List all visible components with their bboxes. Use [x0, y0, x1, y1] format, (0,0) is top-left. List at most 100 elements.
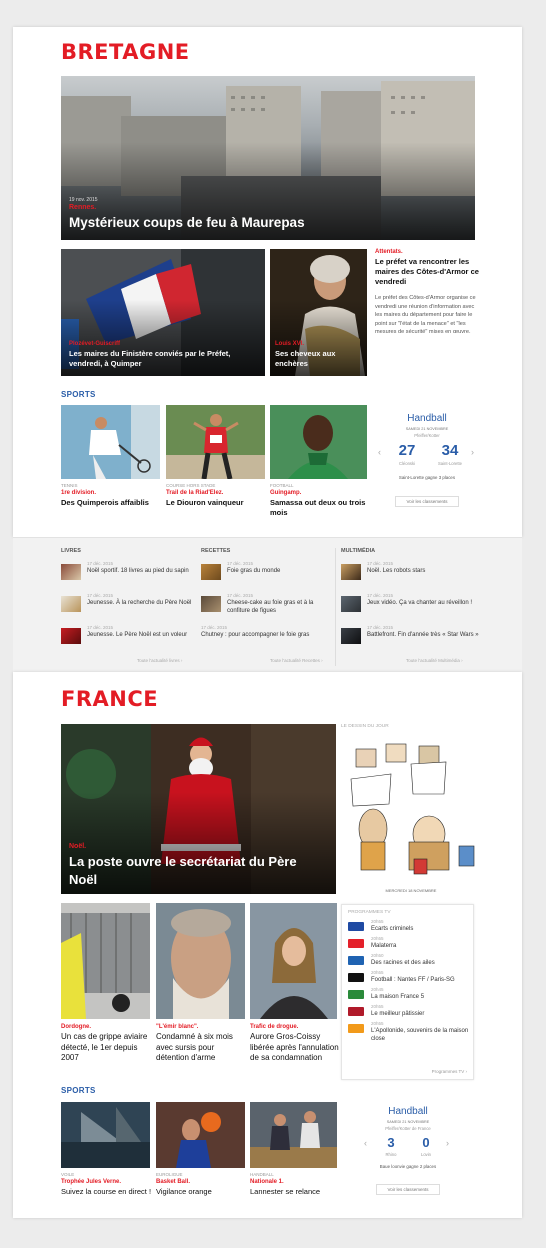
- article-photo[interactable]: [156, 903, 245, 1019]
- sport-article[interactable]: TENNIS 1re division. Des Quimperois affa…: [61, 483, 161, 508]
- article-kicker: Louis XVI.: [275, 341, 305, 347]
- programme-item[interactable]: 20h55 Ecarts criminels: [371, 919, 413, 933]
- standings-button[interactable]: Voir les classements: [395, 496, 459, 507]
- sport-kicker: Nationale 1.: [250, 1179, 284, 1185]
- chevron-left-icon[interactable]: ‹: [364, 1138, 367, 1148]
- side-body: Le préfet des Côtes-d'Armor organise ce …: [375, 295, 476, 336]
- article-photo[interactable]: [250, 903, 337, 1019]
- article-card[interactable]: Dordogne. Un cas de grippe aviaire détec…: [61, 1023, 151, 1064]
- recettes-thumb[interactable]: [201, 564, 221, 580]
- recettes-thumb[interactable]: [201, 596, 221, 612]
- multimedia-heading: MULTIMÉDIA: [341, 548, 376, 554]
- multimedia-item[interactable]: 17 déc. 2015 Jeux vidéo. Ça va chanter au…: [367, 593, 485, 607]
- sport-photo[interactable]: [250, 1102, 337, 1168]
- divider: [335, 548, 336, 666]
- article-kicker: "L'émir blanc".: [156, 1024, 199, 1030]
- programme-item[interactable]: 20h45 La maison France 5: [371, 987, 424, 1001]
- side-article[interactable]: Attentats. Le préfet va rencontrer les m…: [375, 248, 479, 337]
- standings-button[interactable]: Voir les classements: [376, 1184, 440, 1195]
- programme-item[interactable]: 20h55 Le meilleur pâtissier: [371, 1004, 424, 1018]
- multimedia-thumb[interactable]: [341, 564, 361, 580]
- recettes-item[interactable]: 17 déc. 2015 Cheese-cake au foie gras et …: [227, 593, 337, 615]
- article-card[interactable]: Plozévet-Guiscriff Les maires du Finistè…: [61, 249, 265, 376]
- livres-thumb[interactable]: [61, 596, 81, 612]
- multimedia-item[interactable]: 17 déc. 2015 Battlefront. Fin d'année trè…: [367, 625, 485, 639]
- article-title[interactable]: Condamné à six mois avec sursis pour dét…: [156, 1032, 248, 1064]
- livres-item[interactable]: 17 déc. 2015 Jeunesse. Le Père Noël est u…: [87, 625, 205, 639]
- sport-kicker: 1re division.: [61, 490, 97, 496]
- multimedia-item[interactable]: 17 déc. 2015 Noël. Les robots stars: [367, 561, 485, 575]
- chevron-right-icon[interactable]: ›: [471, 447, 474, 457]
- sport-article[interactable]: COURSE HORS STADE Trail de la Riad'Elez.…: [166, 483, 266, 508]
- sport-title[interactable]: Le Diouron vainqueur: [166, 498, 266, 508]
- multimedia-thumb[interactable]: [341, 628, 361, 644]
- livres-item[interactable]: 17 déc. 2015 Jeunesse. À la recherche du …: [87, 593, 195, 607]
- sport-article[interactable]: HANDBALL Nationale 1. Lannester se relan…: [250, 1172, 340, 1197]
- france-section: FRANCE LE DESSIN DU JOUR Noël. La poste …: [13, 672, 522, 1218]
- sport-title[interactable]: Suivez la course en direct !: [61, 1187, 153, 1197]
- cartoon[interactable]: [341, 734, 481, 884]
- recettes-more-link[interactable]: Toute l'actualité Recettes ›: [270, 658, 323, 663]
- sport-title[interactable]: Samassa out deux ou trois mois: [270, 498, 368, 518]
- article-photo[interactable]: [61, 903, 150, 1019]
- hero-title[interactable]: La poste ouvre le secrétariat du Père No…: [69, 853, 299, 889]
- sport-photo[interactable]: [166, 405, 265, 479]
- football-photo: [270, 405, 367, 479]
- cartoon-date: MERCREDI 18 NOVEMBRE: [385, 888, 437, 893]
- widget-sport: Handball: [388, 1106, 428, 1117]
- programme-item[interactable]: 20h50 Des racines et des ailes: [371, 953, 435, 967]
- article-title[interactable]: Un cas de grippe aviaire détecté, le 1er…: [61, 1032, 151, 1064]
- france2-logo-icon: [348, 939, 364, 948]
- recettes-item[interactable]: 17 déc. 2015 Foie gras du monde: [227, 561, 337, 575]
- side-title[interactable]: Le préfet va rencontrer les maires des C…: [375, 257, 479, 287]
- article-title[interactable]: Les maires du Finistère conviés par le P…: [69, 349, 259, 369]
- chevron-right-icon[interactable]: ›: [446, 1138, 449, 1148]
- livres-thumb[interactable]: [61, 564, 81, 580]
- score-widget: Handball SAMEDI 21 NOVEMBRE Pfeiffer/Kot…: [356, 1100, 460, 1200]
- basket-photo: [156, 1102, 245, 1168]
- livres-item[interactable]: 17 déc. 2015 Noël sportif. 18 livres au p…: [87, 561, 195, 575]
- sport-article[interactable]: FOOTBALL Guingamp. Samassa out deux ou t…: [270, 483, 368, 518]
- sport-article[interactable]: EUROLIGUE Basket Ball. Vigilance orange: [156, 1172, 248, 1197]
- widget-date: SAMEDI 21 NOVEMBRE: [386, 1120, 430, 1124]
- article-card[interactable]: Louis XVI. Ses cheveux aux enchères: [270, 249, 367, 376]
- multimedia-thumb[interactable]: [341, 596, 361, 612]
- livres-more-link[interactable]: Toute l'actualité livres ›: [137, 658, 182, 663]
- programme-item[interactable]: 20h55 L'Apollonide, souvenirs de la maiso…: [371, 1021, 469, 1043]
- chevron-left-icon[interactable]: ‹: [378, 447, 381, 457]
- sport-article[interactable]: VOILE Trophée Jules Verne. Suivez la cou…: [61, 1172, 153, 1197]
- programme-item[interactable]: 20h55 Malaterra: [371, 936, 396, 950]
- article-title[interactable]: Aurore Gros-Coissy libérée après l'annul…: [250, 1032, 340, 1064]
- hero-article-france[interactable]: Noël. La poste ouvre le secrétariat du P…: [61, 724, 336, 894]
- tf1-logo-icon: [348, 922, 364, 931]
- livres-thumb[interactable]: [61, 628, 81, 644]
- recettes-item[interactable]: 17 déc. 2015 Chutney : pour accompagner l…: [201, 625, 341, 639]
- sport-title[interactable]: Vigilance orange: [156, 1187, 248, 1197]
- multimedia-more-link[interactable]: Toute l'actualité Multimédia ›: [406, 658, 463, 663]
- article-card[interactable]: Trafic de drogue. Aurore Gros-Coissy lib…: [250, 1023, 340, 1064]
- article-kicker: Plozévet-Guiscriff: [69, 341, 121, 347]
- widget-summary: Baue loonvie gagne 2 places: [379, 1164, 437, 1169]
- sport-photo[interactable]: [61, 1102, 150, 1168]
- hero-date: 19 nov. 2015: [69, 197, 98, 203]
- hero-kicker: Noël.: [69, 843, 87, 850]
- article-title[interactable]: Ses cheveux aux enchères: [275, 349, 363, 369]
- programmes-more-link[interactable]: Programmes TV ›: [432, 1069, 467, 1074]
- hero-title[interactable]: Mystérieux coups de feu à Maurepas: [69, 215, 305, 230]
- hero-kicker: Rennes.: [69, 204, 97, 211]
- sport-title[interactable]: Lannester se relance: [250, 1187, 340, 1197]
- widget-league: Pfeiffer/Kotter: [414, 433, 440, 438]
- sport-title[interactable]: Des Quimperois affaiblis: [61, 498, 161, 508]
- bretagne-section: BRETAGNE 19 nov. 2015 Rennes. Mystérieux…: [13, 27, 522, 537]
- article-card[interactable]: "L'émir blanc". Condamné à six mois avec…: [156, 1023, 248, 1064]
- sport-photo[interactable]: [156, 1102, 245, 1168]
- hero-article-bretagne[interactable]: 19 nov. 2015 Rennes. Mystérieux coups de…: [61, 76, 475, 240]
- side-kicker: Attentats.: [375, 249, 403, 255]
- away-score: 0: [422, 1135, 430, 1150]
- away-team: Saint-Lorette: [438, 461, 462, 466]
- score-widget: Handball SAMEDI 21 NOVEMBRE Pfeiffer/Kot…: [375, 405, 479, 517]
- sport-photo[interactable]: [61, 405, 160, 479]
- sport-photo[interactable]: [270, 405, 367, 479]
- livres-heading: LIVRES: [61, 548, 81, 554]
- programme-item[interactable]: 20h55 Football : Nantes FF / Paris-SG: [371, 970, 455, 984]
